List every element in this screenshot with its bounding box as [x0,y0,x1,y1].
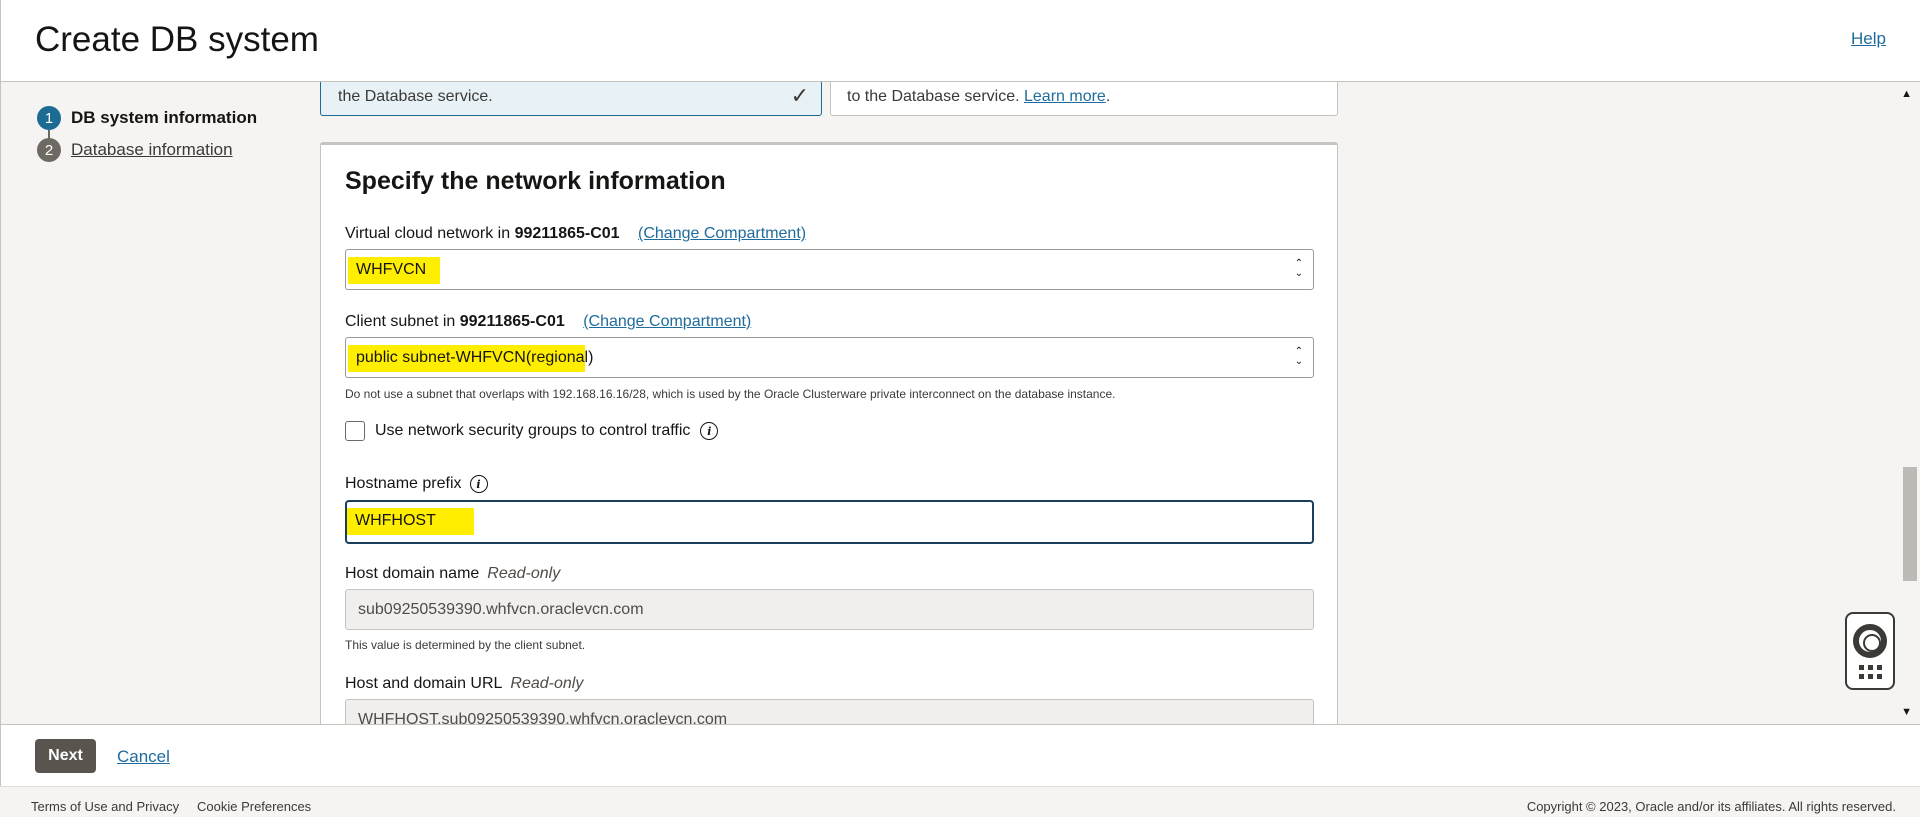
host-url-value: WHFHOST.sub09250539390.whfvcn.oraclevcn.… [358,711,728,724]
scrollbar-thumb[interactable] [1903,467,1917,581]
host-url-label: Host and domain URL Read-only [345,675,583,693]
option-card[interactable]: to the Database service. Learn more. [830,82,1338,116]
page-title: Create DB system [35,20,319,59]
cookie-preferences-link[interactable]: Cookie Preferences [197,799,311,814]
vcn-label: Virtual cloud network in 99211865-C01 (C… [345,225,806,243]
vcn-change-compartment-link[interactable]: (Change Compartment) [638,225,806,242]
card-text-main: to the Database service. [847,88,1020,105]
hostname-value: WHFHOST [347,508,474,535]
card-text-suffix: . [1105,88,1111,105]
subnet-value-rest: l) [584,349,594,366]
step-label: DB system information [71,108,258,127]
select-chevron-icon: ⌃ ⌄ [1294,258,1304,279]
legal-footer: Terms of Use and Privacy Cookie Preferen… [0,786,1920,817]
subnet-compartment: 99211865-C01 [459,313,565,330]
cancel-link[interactable]: Cancel [117,747,170,767]
subnet-change-compartment-link[interactable]: (Change Compartment) [583,313,751,330]
page-header: Create DB system Help [0,0,1920,82]
content-area: 1 DB system information 2 Database infor… [0,82,1920,724]
subnet-select[interactable]: public subnet-WHFVCN(regional) ⌃ ⌄ [345,337,1314,378]
vcn-compartment: 99211865-C01 [514,225,620,242]
host-domain-label-text: Host domain name [345,565,480,582]
host-url-label-text: Host and domain URL [345,675,503,692]
help-widget[interactable] [1845,612,1895,690]
help-link[interactable]: Help [1851,29,1886,49]
vcn-select-value: WHFVCN [348,257,441,284]
subnet-select-value: public subnet-WHFVCN(regional) [348,345,594,372]
nsg-checkbox[interactable] [345,421,365,441]
section-title: Specify the network information [345,167,726,195]
info-icon[interactable]: i [469,475,488,493]
host-domain-value: sub09250539390.whfvcn.oraclevcn.com [358,601,644,618]
readonly-tag: Read-only [510,675,584,692]
network-section: Specify the network information Virtual … [320,142,1338,724]
step-label: Database information [71,140,233,159]
host-domain-field: sub09250539390.whfvcn.oraclevcn.com [345,589,1314,630]
host-domain-hint: This value is determined by the client s… [345,638,586,652]
copyright-text: Copyright © 2023, Oracle and/or its affi… [1526,799,1896,814]
scroll-up-icon[interactable]: ▲ [1901,88,1912,100]
host-url-field: WHFHOST.sub09250539390.whfvcn.oraclevcn.… [345,699,1314,724]
selected-option-card[interactable]: the Database service. ✓ [320,82,822,116]
lifebuoy-icon [1853,623,1887,658]
card-text: the Database service. [338,88,493,105]
vcn-select[interactable]: WHFVCN ⌃ ⌄ [345,249,1314,290]
nsg-option: Use network security groups to control t… [345,421,719,441]
subnet-hint: Do not use a subnet that overlaps with 1… [345,387,1116,401]
select-chevron-icon: ⌃ ⌄ [1294,346,1304,367]
checkmark-icon: ✓ [790,83,809,108]
hostname-label: Hostname prefix i [345,475,488,493]
subnet-label-text: Client subnet in [345,313,456,330]
hostname-value-text: WHFHOST [347,508,474,535]
scroll-down-icon[interactable]: ▼ [1901,706,1912,718]
action-bar: Next Cancel [0,724,1920,786]
step-database-information[interactable]: 2 Database information [37,138,233,162]
nsg-checkbox-label: Use network security groups to control t… [375,422,691,439]
subnet-value-highlight: public subnet-WHFVCN(regiona [348,345,585,372]
step-number: 1 [37,106,61,130]
vcn-value-text: WHFVCN [348,257,441,284]
next-button[interactable]: Next [35,739,96,773]
card-text: to the Database service. Learn more. [847,88,1110,106]
learn-more-link[interactable]: Learn more [1024,88,1106,105]
step-db-system-information[interactable]: 1 DB system information [37,106,257,130]
hostname-label-text: Hostname prefix [345,475,462,492]
grid-dots-icon [1858,664,1882,679]
terms-link[interactable]: Terms of Use and Privacy [31,799,179,814]
step-number: 2 [37,138,61,162]
subnet-label: Client subnet in 99211865-C01 (Change Co… [345,313,751,331]
readonly-tag: Read-only [487,565,561,582]
vcn-label-text: Virtual cloud network in [345,225,511,242]
host-domain-label: Host domain name Read-only [345,565,560,583]
info-icon[interactable]: i [700,422,719,440]
hostname-prefix-input[interactable]: WHFHOST [345,500,1314,544]
